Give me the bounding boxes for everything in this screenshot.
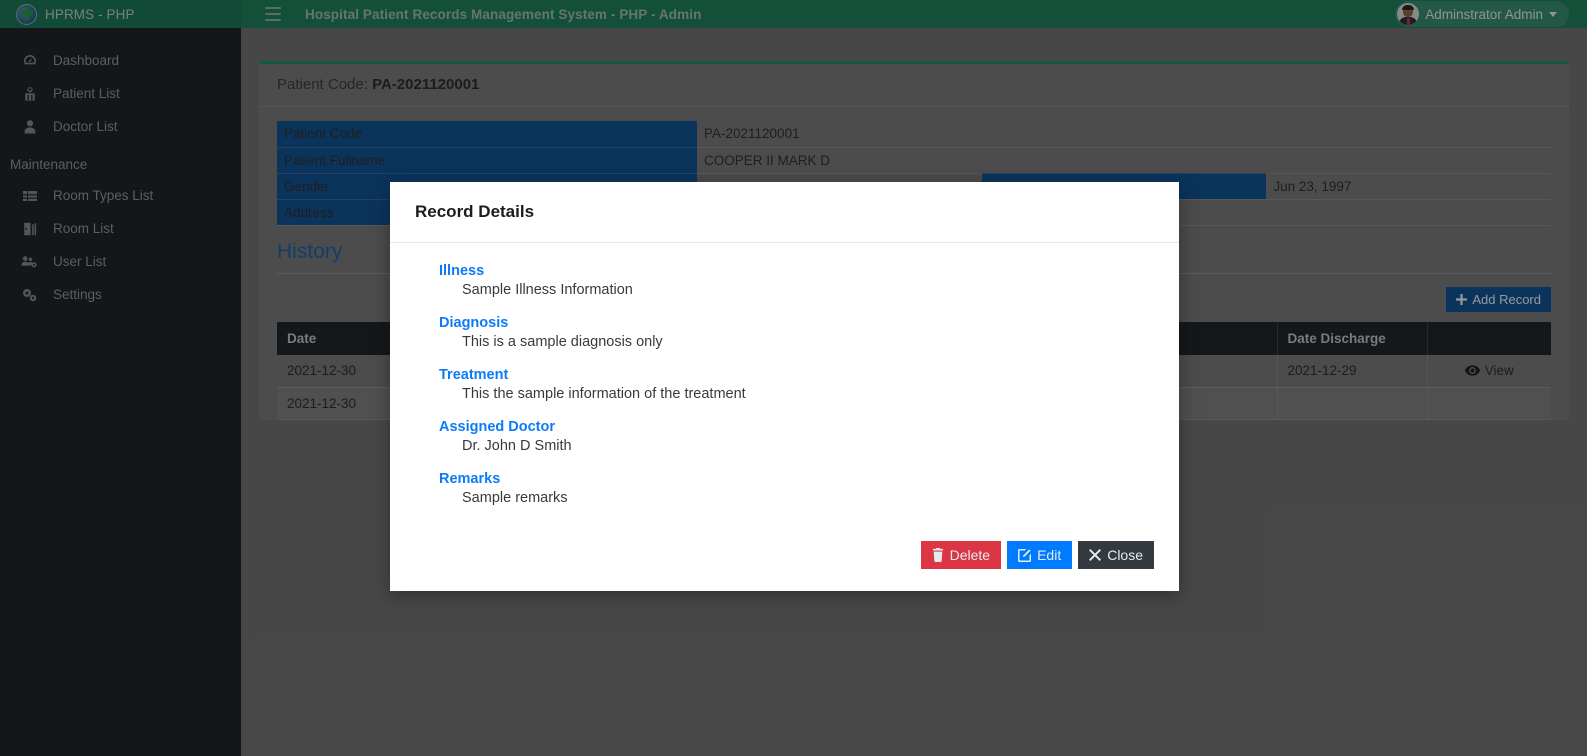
- modal-header: Record Details: [390, 182, 1179, 243]
- field-value-remarks: Sample remarks: [462, 490, 568, 506]
- times-icon: [1089, 549, 1102, 561]
- trash-icon: [932, 548, 943, 562]
- edit-button[interactable]: Edit: [1007, 541, 1073, 569]
- app-root: HPRMS - PHP Hospital Patient Records Man…: [0, 0, 1587, 756]
- field-value-treatment: This the sample information of the treat…: [462, 386, 746, 402]
- close-button[interactable]: Close: [1078, 541, 1154, 569]
- modal-body: Illness Sample Illness Information Diagn…: [390, 243, 1179, 541]
- modal-title: Record Details: [415, 202, 535, 221]
- field-value-diagnosis: This is a sample diagnosis only: [462, 334, 663, 350]
- field-value-assigned-doctor: Dr. John D Smith: [462, 438, 572, 454]
- field-label-remarks: Remarks: [439, 471, 501, 487]
- delete-button[interactable]: Delete: [920, 541, 1002, 569]
- field-value-illness: Sample Illness Information: [462, 282, 633, 298]
- modal-footer: Delete Edit Close: [390, 541, 1179, 591]
- field-label-assigned-doctor: Assigned Doctor: [439, 419, 556, 435]
- field-label-illness: Illness: [439, 263, 485, 279]
- pencil-square-icon: [1018, 548, 1032, 562]
- field-label-treatment: Treatment: [439, 367, 509, 383]
- close-label: Close: [1107, 547, 1143, 563]
- field-label-diagnosis: Diagnosis: [439, 315, 509, 331]
- delete-label: Delete: [949, 547, 991, 563]
- edit-label: Edit: [1037, 547, 1062, 563]
- record-details-modal: Record Details Illness Sample Illness In…: [390, 182, 1179, 591]
